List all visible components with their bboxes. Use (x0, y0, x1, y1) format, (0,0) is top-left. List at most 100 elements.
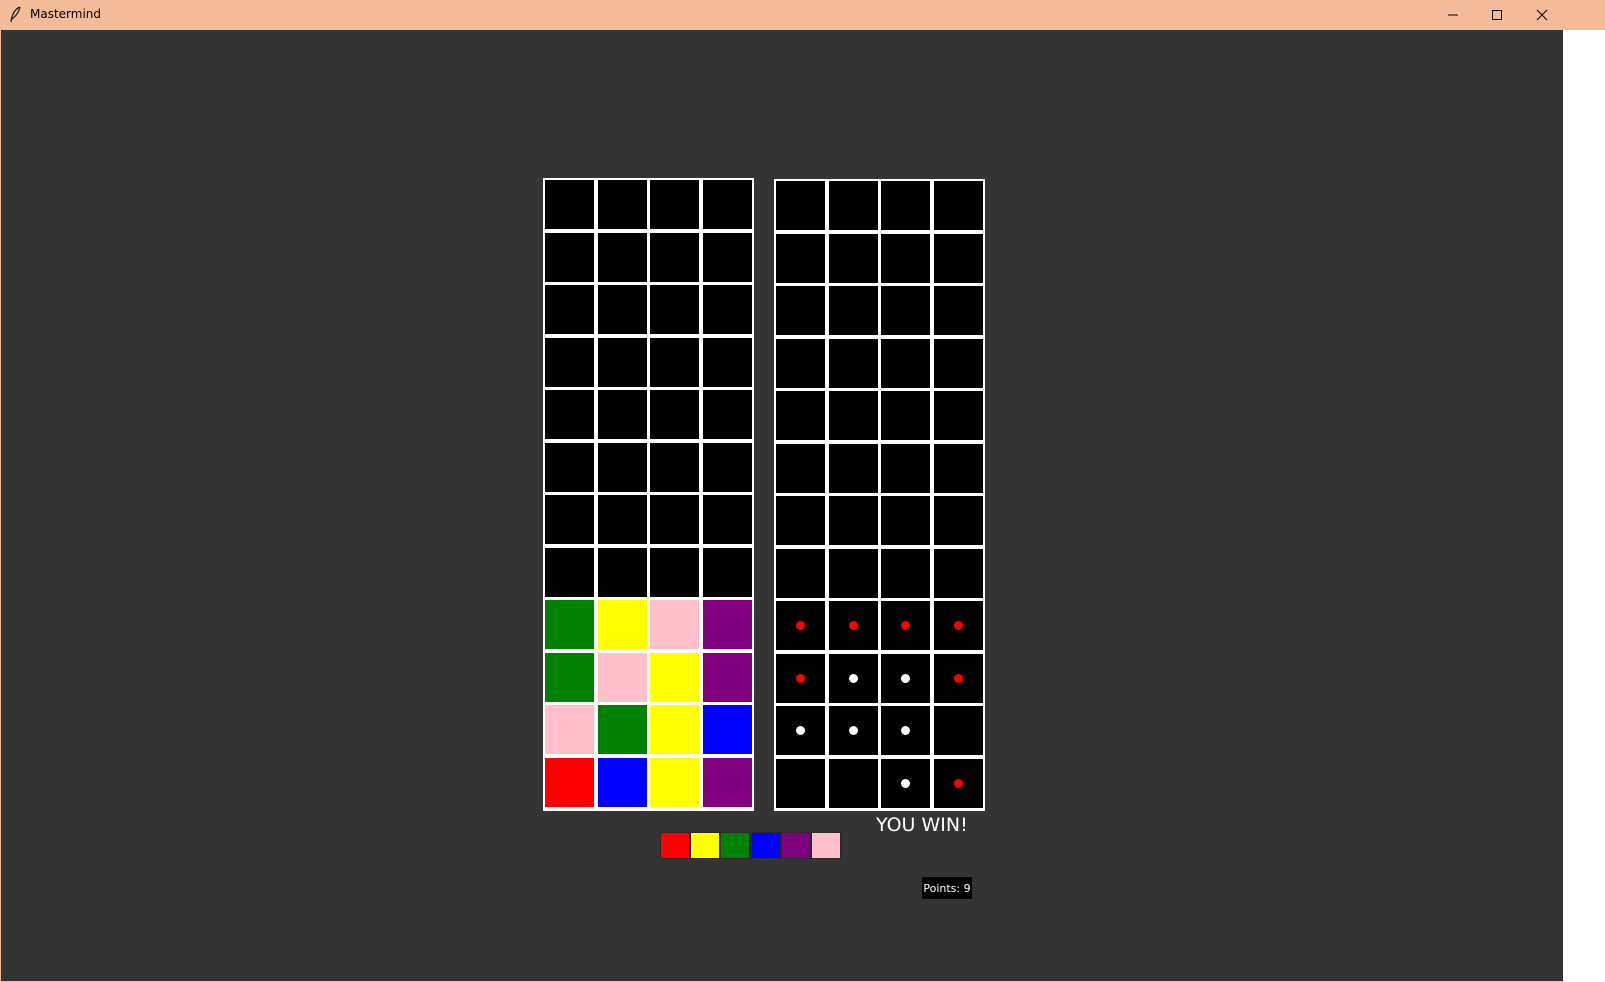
guess-cell[interactable] (702, 285, 752, 334)
guess-cell[interactable] (545, 757, 594, 807)
feedback-cell (828, 391, 878, 440)
feedback-cell (933, 443, 983, 493)
guess-cell[interactable] (702, 232, 752, 282)
guess-cell[interactable] (597, 285, 647, 334)
guess-cell[interactable] (650, 180, 699, 229)
guess-cell[interactable] (597, 547, 647, 597)
color-swatch-purple[interactable] (781, 833, 810, 858)
minimize-button[interactable] (1430, 0, 1475, 30)
color-match-peg (796, 726, 805, 735)
guess-cell[interactable] (597, 705, 647, 754)
feedback-cell (828, 181, 878, 230)
feedback-cell (933, 548, 983, 598)
feedback-cell (881, 286, 930, 335)
guess-cell[interactable] (597, 337, 647, 387)
guess-cell[interactable] (545, 442, 594, 492)
guess-cell[interactable] (545, 285, 594, 334)
feedback-cell (776, 706, 825, 755)
guess-cell[interactable] (597, 652, 647, 702)
guess-cell[interactable] (650, 495, 699, 544)
color-match-peg (901, 778, 910, 788)
feedback-cell (933, 233, 983, 283)
exact-match-peg (848, 621, 858, 630)
feedback-cell (933, 758, 983, 808)
guess-cell[interactable] (650, 232, 699, 282)
maximize-icon (1491, 10, 1502, 20)
feedback-cell (933, 286, 983, 335)
exact-match-peg (901, 621, 910, 630)
feedback-cell (828, 706, 878, 755)
feedback-cell (828, 338, 878, 388)
guess-cell[interactable] (650, 547, 699, 597)
guess-cell[interactable] (702, 337, 752, 387)
guess-cell[interactable] (545, 495, 594, 544)
feedback-cell (881, 181, 930, 230)
guess-cell[interactable] (702, 180, 752, 229)
feedback-cell (776, 181, 825, 230)
guess-cell[interactable] (702, 495, 752, 544)
color-swatch-blue[interactable] (751, 833, 780, 858)
maximize-button[interactable] (1474, 0, 1519, 30)
guess-cell[interactable] (650, 390, 699, 439)
color-swatch-green[interactable] (721, 833, 750, 858)
result-message: YOU WIN! (876, 814, 968, 836)
feedback-cell (933, 706, 983, 755)
color-swatch-red[interactable] (661, 833, 689, 858)
guess-cell[interactable] (702, 547, 752, 597)
guess-cell[interactable] (597, 180, 647, 229)
guess-cell[interactable] (702, 757, 752, 807)
feedback-cell (776, 443, 825, 493)
guess-cell[interactable] (650, 285, 699, 334)
guess-cell[interactable] (597, 495, 647, 544)
feedback-cell (933, 338, 983, 388)
guess-cell[interactable] (545, 547, 594, 597)
close-icon (1536, 9, 1547, 21)
color-match-peg (848, 726, 858, 735)
guess-cell[interactable] (597, 600, 647, 649)
feedback-cell (933, 181, 983, 230)
guess-cell[interactable] (650, 705, 699, 754)
feedback-cell (828, 548, 878, 598)
title-bar: Mastermind (0, 0, 1605, 30)
guess-cell[interactable] (650, 757, 699, 807)
guess-cell[interactable] (545, 337, 594, 387)
feedback-cell (776, 391, 825, 440)
feedback-cell (881, 233, 930, 283)
guess-cell[interactable] (702, 705, 752, 754)
guess-cell[interactable] (545, 705, 594, 754)
guess-cell[interactable] (545, 600, 594, 649)
feedback-cell (828, 286, 878, 335)
guess-cell[interactable] (545, 390, 594, 439)
color-swatch-yellow[interactable] (691, 833, 720, 858)
points-display: Points: 9 (922, 877, 972, 899)
close-button[interactable] (1519, 0, 1564, 30)
feedback-cell (828, 601, 878, 650)
guess-cell[interactable] (545, 180, 594, 229)
guess-cell[interactable] (650, 652, 699, 702)
feedback-cell (881, 706, 930, 755)
feedback-cell (881, 391, 930, 440)
color-swatch-pink[interactable] (812, 833, 840, 858)
guess-cell[interactable] (702, 600, 752, 649)
feedback-cell (881, 338, 930, 388)
guess-cell[interactable] (597, 442, 647, 492)
guess-cell[interactable] (545, 232, 594, 282)
color-match-peg (848, 673, 858, 683)
guess-cell[interactable] (597, 390, 647, 439)
feedback-cell (776, 233, 825, 283)
guess-cell[interactable] (702, 652, 752, 702)
guess-cell[interactable] (597, 757, 647, 807)
guess-cell[interactable] (702, 442, 752, 492)
guess-cell[interactable] (597, 232, 647, 282)
feedback-cell (881, 443, 930, 493)
guess-cell[interactable] (545, 652, 594, 702)
guess-cell[interactable] (702, 390, 752, 439)
feedback-cell (881, 758, 930, 808)
guess-cell[interactable] (650, 337, 699, 387)
color-match-peg (901, 726, 910, 735)
feedback-cell (776, 653, 825, 703)
guess-cell[interactable] (650, 600, 699, 649)
guess-cell[interactable] (650, 442, 699, 492)
feedback-cell (828, 653, 878, 703)
feedback-cell (828, 758, 878, 808)
